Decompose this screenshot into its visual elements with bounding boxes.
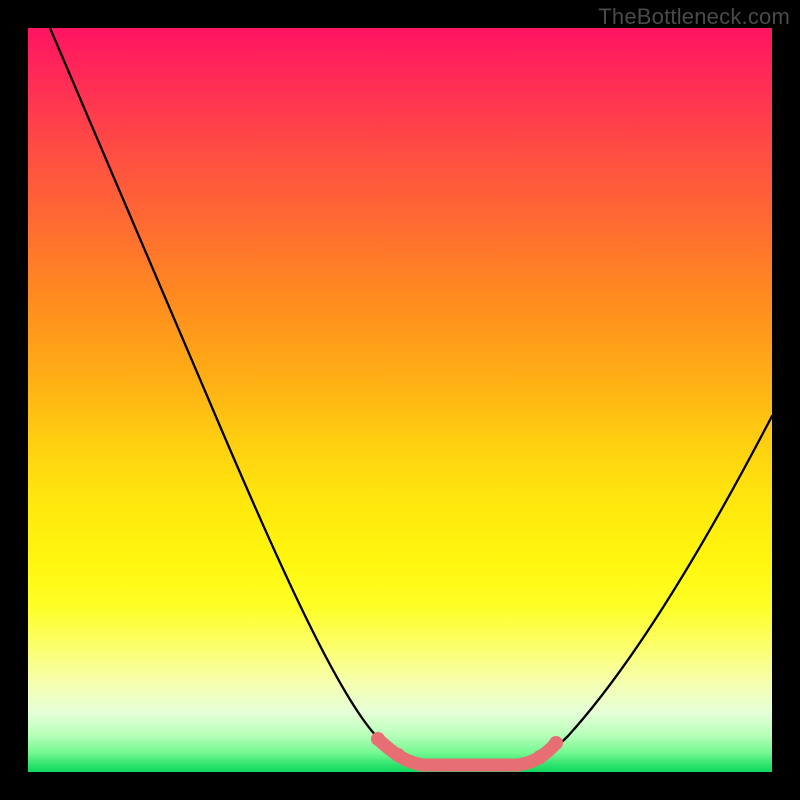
pink-overlay-band	[378, 739, 556, 765]
chart-container: TheBottleneck.com	[0, 0, 800, 800]
plot-area	[28, 28, 772, 772]
curve-line	[50, 28, 772, 765]
bottleneck-curve	[28, 28, 772, 772]
watermark-text: TheBottleneck.com	[598, 4, 790, 30]
